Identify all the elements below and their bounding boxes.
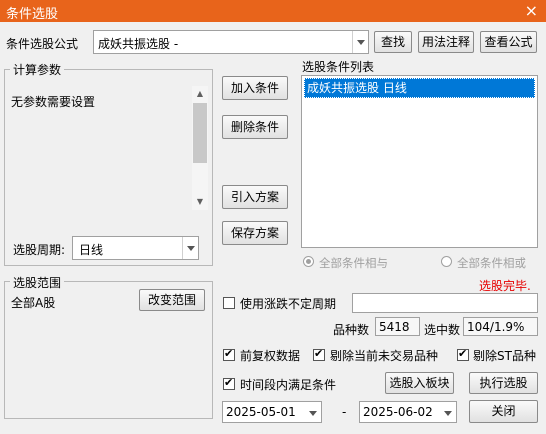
range-group-label: 选股范围 bbox=[10, 274, 65, 291]
save-scheme-button[interactable]: 保存方案 bbox=[222, 221, 288, 245]
time-range-checkbox[interactable] bbox=[223, 376, 235, 390]
and-radio-label: 全部条件相与 bbox=[319, 256, 388, 270]
chevron-down-icon[interactable] bbox=[182, 237, 198, 259]
uncertain-period-input[interactable] bbox=[352, 293, 538, 313]
view-formula-button[interactable]: 查看公式 bbox=[480, 31, 537, 53]
selected-field: 104/1.9% bbox=[463, 317, 538, 336]
chevron-down-icon[interactable] bbox=[352, 31, 368, 53]
end-date-value: 2025-06-02 bbox=[363, 405, 433, 419]
count-field: 5418 bbox=[375, 317, 420, 336]
forward-adjust-label: 前复权数据 bbox=[240, 349, 301, 363]
execute-select-button[interactable]: 执行选股 bbox=[469, 372, 538, 394]
or-radio[interactable] bbox=[441, 256, 452, 267]
exclude-untraded-checkbox[interactable] bbox=[313, 347, 325, 361]
usage-notes-button[interactable]: 用法注释 bbox=[418, 31, 474, 53]
change-range-button[interactable]: 改变范围 bbox=[139, 289, 205, 311]
count-value: 5418 bbox=[379, 320, 410, 334]
exclude-st-label: 剔除ST品种 bbox=[473, 349, 536, 363]
condition-list-label: 选股条件列表 bbox=[302, 60, 375, 74]
params-scrollbar[interactable]: ▲ ▼ bbox=[192, 86, 208, 210]
close-icon[interactable]: × bbox=[525, 0, 538, 22]
add-to-block-button[interactable]: 选股入板块 bbox=[385, 372, 454, 394]
scroll-up-icon[interactable]: ▲ bbox=[192, 86, 208, 102]
condition-list[interactable]: 成妖共振选股 日线 bbox=[301, 75, 538, 248]
find-button[interactable]: 查找 bbox=[374, 31, 412, 53]
chevron-down-icon[interactable] bbox=[305, 402, 321, 422]
uncertain-period-checkbox[interactable] bbox=[223, 297, 235, 309]
start-date-value: 2025-05-01 bbox=[226, 405, 296, 419]
range-value: 全部A股 bbox=[11, 296, 56, 310]
formula-select[interactable]: 成妖共振选股 - bbox=[93, 30, 369, 54]
chevron-down-icon[interactable] bbox=[440, 402, 456, 422]
exclude-st-checkbox[interactable] bbox=[457, 347, 469, 361]
close-button[interactable]: 关闭 bbox=[469, 400, 538, 423]
title-bar: 条件选股 × bbox=[0, 0, 546, 22]
or-radio-label: 全部条件相或 bbox=[457, 256, 526, 270]
params-group-label: 计算参数 bbox=[10, 61, 65, 78]
import-scheme-button[interactable]: 引入方案 bbox=[222, 185, 288, 209]
start-date-picker[interactable]: 2025-05-01 bbox=[222, 401, 322, 423]
scrollbar-thumb[interactable] bbox=[193, 103, 207, 163]
count-label: 品种数 bbox=[333, 323, 370, 337]
period-label: 选股周期: bbox=[13, 243, 66, 257]
formula-label: 条件选股公式 bbox=[6, 37, 79, 51]
add-condition-button[interactable]: 加入条件 bbox=[222, 76, 288, 100]
selected-label: 选中数 bbox=[424, 323, 461, 337]
uncertain-period-label: 使用涨跌不定周期 bbox=[240, 297, 337, 311]
date-separator: - bbox=[342, 405, 347, 419]
end-date-picker[interactable]: 2025-06-02 bbox=[359, 401, 457, 423]
params-empty-text: 无参数需要设置 bbox=[11, 95, 96, 109]
list-item[interactable]: 成妖共振选股 日线 bbox=[304, 78, 535, 98]
forward-adjust-checkbox[interactable] bbox=[223, 347, 235, 361]
time-range-label: 时间段内满足条件 bbox=[240, 378, 337, 392]
scroll-down-icon[interactable]: ▼ bbox=[192, 194, 208, 210]
status-text: 选股完毕. bbox=[479, 279, 531, 293]
selected-value: 104/1.9% bbox=[467, 320, 525, 334]
period-select[interactable]: 日线 bbox=[72, 236, 199, 260]
remove-condition-button[interactable]: 删除条件 bbox=[222, 115, 288, 139]
formula-select-value: 成妖共振选股 - bbox=[98, 37, 179, 51]
window-title: 条件选股 bbox=[6, 7, 59, 22]
period-select-value: 日线 bbox=[79, 243, 104, 257]
and-radio[interactable] bbox=[303, 256, 314, 267]
exclude-untraded-label: 剔除当前未交易品种 bbox=[330, 349, 439, 363]
